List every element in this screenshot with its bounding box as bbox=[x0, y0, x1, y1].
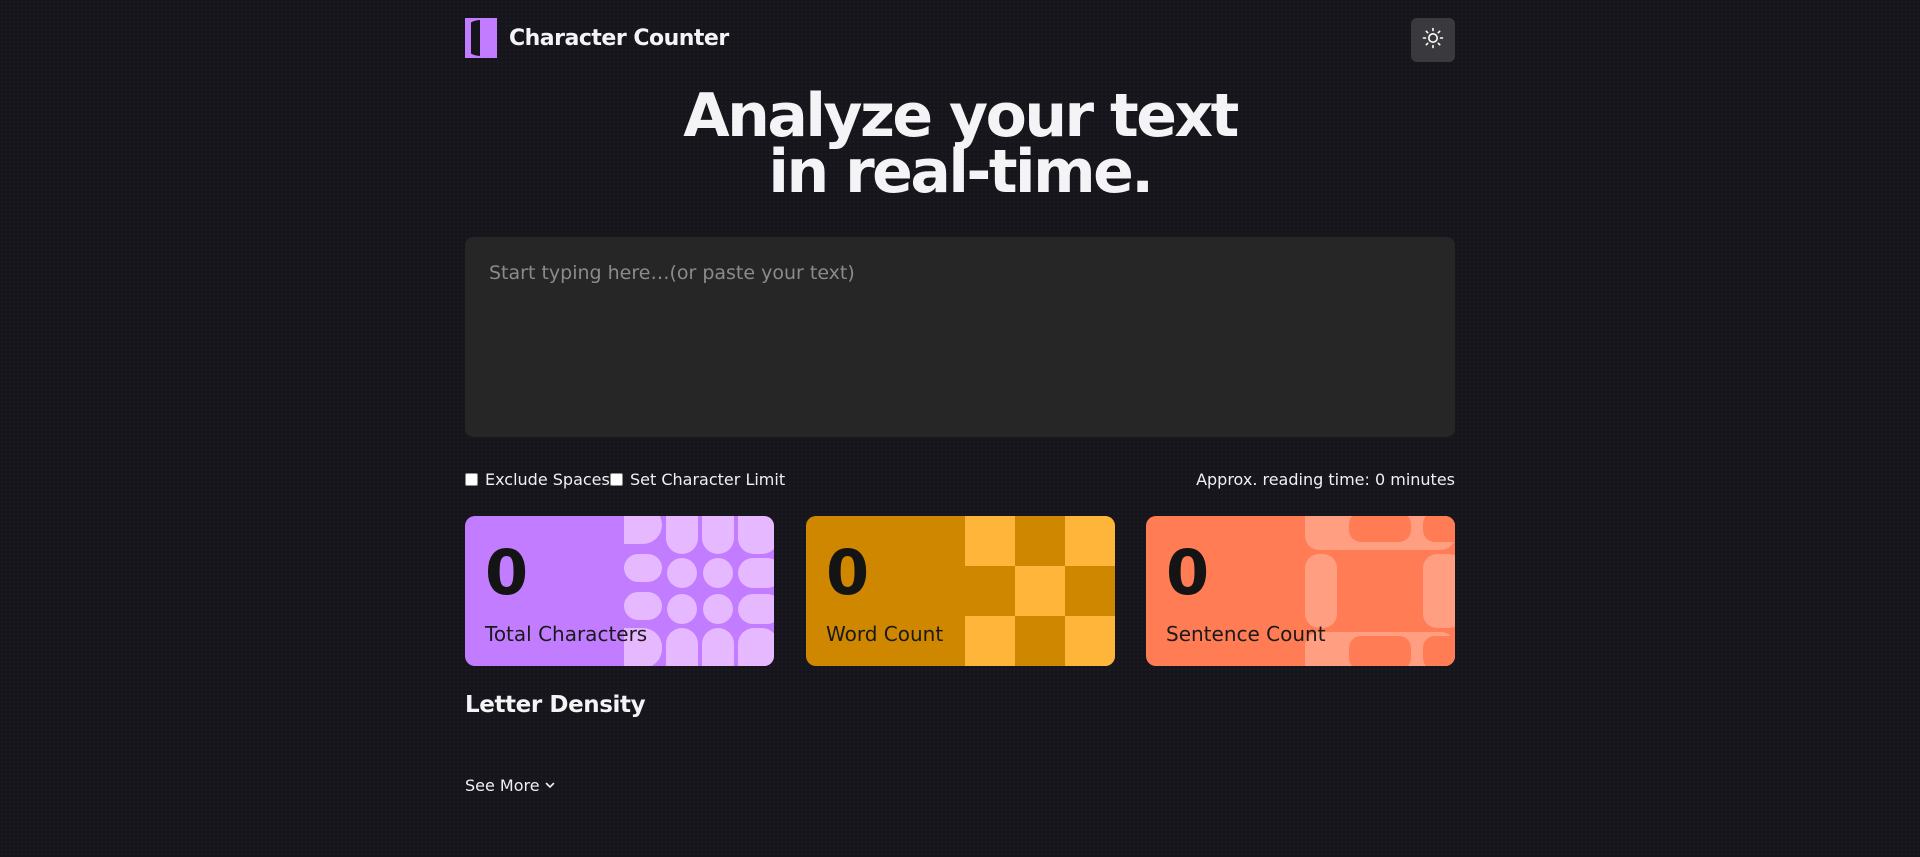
chevron-down-icon bbox=[540, 776, 556, 795]
reading-time: Approx. reading time: 0 minutes bbox=[1196, 470, 1455, 489]
word-count-value: 0 bbox=[826, 536, 869, 609]
half-circle-logo-icon bbox=[462, 18, 497, 58]
sentence-count-label: Sentence Count bbox=[1166, 622, 1326, 646]
card-pattern-rounded-squares bbox=[1305, 516, 1455, 666]
see-more-button[interactable]: See More bbox=[465, 776, 556, 795]
card-pattern-checker bbox=[965, 516, 1115, 666]
exclude-spaces-option[interactable]: Exclude Spaces bbox=[465, 470, 610, 489]
letter-density-title: Letter Density bbox=[465, 692, 646, 718]
char-limit-checkbox[interactable] bbox=[610, 473, 623, 486]
header: Character Counter bbox=[462, 18, 1455, 62]
app-name: Character Counter bbox=[509, 25, 729, 51]
sun-icon bbox=[1422, 27, 1444, 53]
app-container: Character Counter Analyze your text in r… bbox=[462, 0, 1455, 857]
exclude-spaces-checkbox[interactable] bbox=[465, 473, 478, 486]
total-characters-value: 0 bbox=[485, 536, 528, 609]
char-limit-label: Set Character Limit bbox=[630, 470, 786, 489]
text-input[interactable] bbox=[465, 237, 1455, 437]
hero-line-2: in real-time. bbox=[768, 137, 1154, 207]
exclude-spaces-label: Exclude Spaces bbox=[485, 470, 610, 489]
char-limit-option[interactable]: Set Character Limit bbox=[610, 470, 785, 489]
page-title: Analyze your text in real-time. bbox=[465, 86, 1455, 202]
theme-toggle-button[interactable] bbox=[1411, 18, 1455, 62]
options-row: Exclude Spaces Set Character Limit Appro… bbox=[465, 470, 1455, 490]
word-count-card: 0 Word Count bbox=[806, 516, 1115, 666]
total-characters-card: 0 Total Characters bbox=[465, 516, 774, 666]
total-characters-label: Total Characters bbox=[485, 622, 648, 646]
logo[interactable]: Character Counter bbox=[462, 18, 729, 58]
sentence-count-card: 0 Sentence Count bbox=[1146, 516, 1455, 666]
word-count-label: Word Count bbox=[826, 622, 944, 646]
sentence-count-value: 0 bbox=[1166, 536, 1209, 609]
see-more-label: See More bbox=[465, 776, 540, 795]
